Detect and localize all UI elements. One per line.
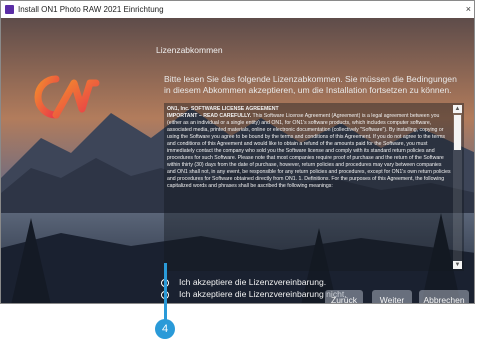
- scroll-down-icon[interactable]: ▼: [453, 261, 462, 269]
- intro-text: Bitte lesen Sie das folgende Lizenzabkom…: [164, 74, 457, 95]
- back-button[interactable]: Zurück: [325, 290, 363, 303]
- license-body: This Software License Agreement (Agreeme…: [167, 113, 451, 182]
- background-landscape: Lizenzabkommen Bitte lesen Sie das folge…: [1, 18, 474, 303]
- page-heading: Lizenzabkommen: [156, 45, 223, 55]
- installer-window: Install ON1 Photo RAW 2021 Einrichtung ×: [0, 0, 475, 304]
- window-title: Install ON1 Photo RAW 2021 Einrichtung: [18, 5, 164, 14]
- callout-line: [164, 263, 167, 325]
- callout-badge: 4: [155, 319, 175, 339]
- license-text: ON1, Inc. SOFTWARE LICENSE AGREEMENT IMP…: [167, 106, 451, 190]
- close-icon[interactable]: ×: [466, 1, 471, 18]
- decline-label: Ich akzeptiere die Lizenzvereinbarung ni…: [179, 289, 347, 299]
- next-button[interactable]: Weiter: [372, 290, 412, 303]
- license-title: ON1, Inc. SOFTWARE LICENSE AGREEMENT: [167, 106, 279, 112]
- accept-label: Ich akzeptiere die Lizenzvereinbarung.: [179, 277, 327, 287]
- scroll-up-icon[interactable]: ▲: [453, 105, 462, 113]
- accept-option[interactable]: Ich akzeptiere die Lizenzvereinbarung.: [161, 277, 326, 288]
- license-scrollbar[interactable]: ▲ ▼: [453, 105, 462, 269]
- scroll-thumb[interactable]: [454, 115, 461, 150]
- on1-logo-icon: [34, 75, 100, 119]
- cancel-button[interactable]: Abbrechen: [419, 290, 469, 303]
- title-bar: Install ON1 Photo RAW 2021 Einrichtung ×: [1, 1, 474, 19]
- decline-option[interactable]: Ich akzeptiere die Lizenzvereinbarung ni…: [161, 289, 347, 300]
- license-important-label: IMPORTANT – READ CAREFULLY.: [167, 113, 252, 119]
- license-textbox[interactable]: ON1, Inc. SOFTWARE LICENSE AGREEMENT IMP…: [164, 103, 464, 271]
- on1-app-icon: [5, 5, 14, 14]
